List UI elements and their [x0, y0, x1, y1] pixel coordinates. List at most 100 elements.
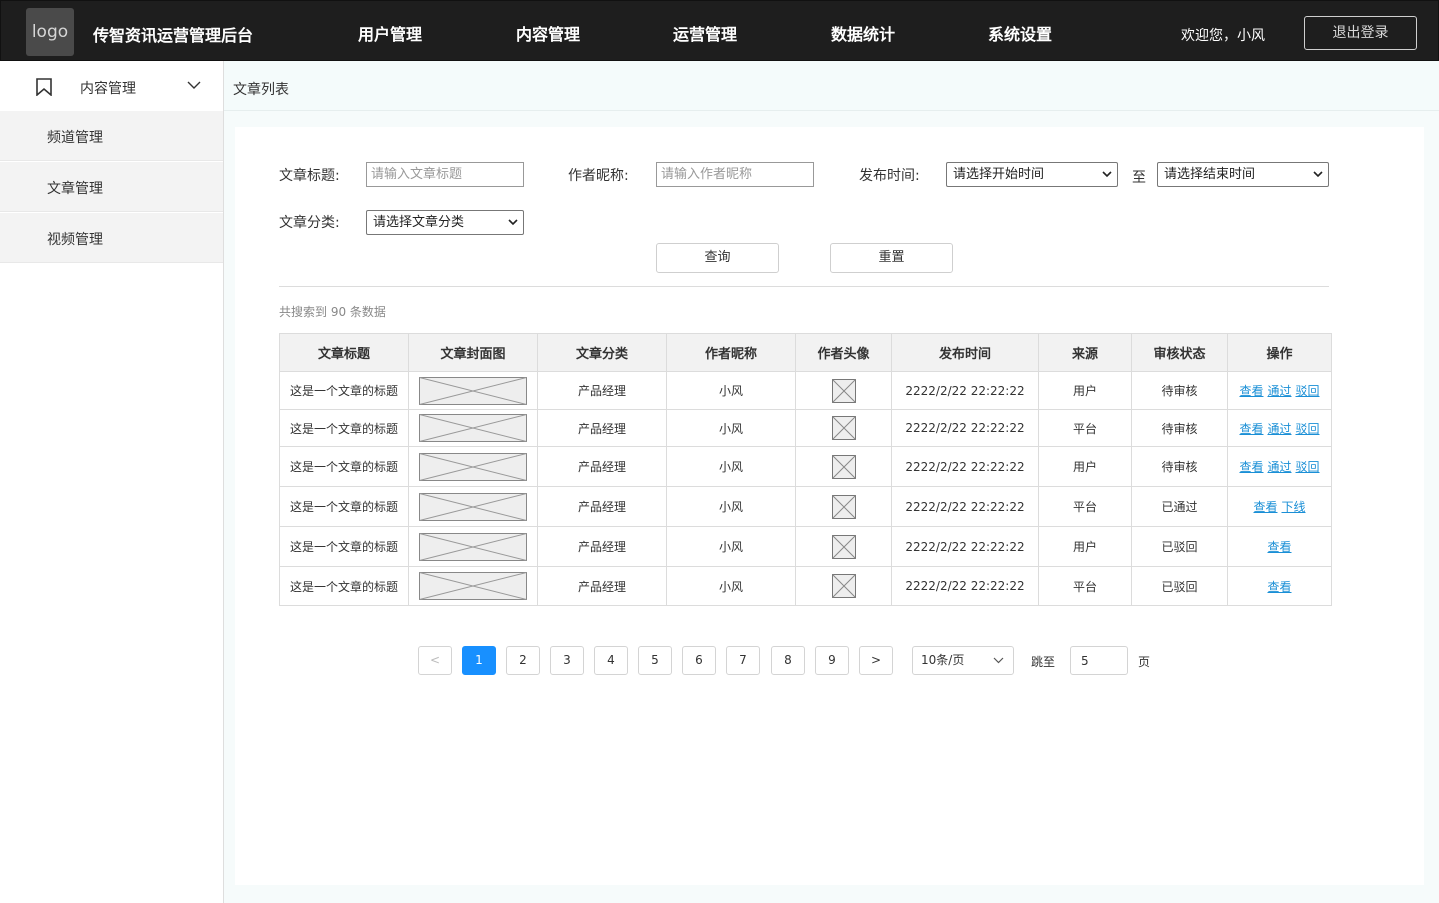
avatar-placeholder — [831, 416, 856, 440]
search-button[interactable]: 查询 — [656, 243, 779, 273]
status-badge: 待审核 — [1131, 446, 1228, 487]
category-value: 请选择文章分类 — [373, 215, 465, 230]
page-6-button[interactable]: 6 — [682, 646, 716, 675]
nav-item-system-settings[interactable]: 系统设置 — [988, 21, 1052, 45]
col-header-time: 发布时间 — [891, 333, 1039, 372]
sidebar-group-content-management[interactable]: 内容管理 — [0, 61, 223, 111]
reject-link[interactable]: 驳回 — [1296, 384, 1320, 398]
category-select[interactable]: 请选择文章分类 — [366, 210, 524, 235]
actions-cell: 查看 — [1227, 526, 1332, 567]
col-header-status: 审核状态 — [1131, 333, 1228, 372]
avatar-placeholder — [831, 494, 856, 519]
view-link[interactable]: 查看 — [1267, 580, 1291, 594]
sidebar-group-label: 内容管理 — [80, 81, 136, 97]
article-title-cell: 这是一个文章的标题 — [279, 566, 409, 606]
sidebar: 内容管理 频道管理 文章管理 视频管理 — [0, 61, 224, 903]
welcome-text: 欢迎您，小风 — [1181, 28, 1265, 44]
col-header-source: 来源 — [1038, 333, 1132, 372]
category-filter-label: 文章分类: — [279, 215, 340, 231]
nav-item-operations-management[interactable]: 运营管理 — [673, 21, 737, 45]
bookmark-icon — [36, 78, 52, 96]
cover-image-placeholder — [419, 572, 527, 600]
cover-image-cell — [408, 486, 538, 527]
title-search-input[interactable] — [366, 162, 524, 187]
page-size-select[interactable]: 10条/页 — [912, 646, 1014, 675]
page-4-button[interactable]: 4 — [594, 646, 628, 675]
actions-cell: 查看 通过 驳回 — [1227, 446, 1332, 487]
cover-image-placeholder — [419, 376, 527, 405]
author-search-input[interactable] — [656, 162, 814, 187]
avatar-placeholder — [831, 574, 856, 598]
article-table: 文章标题 文章封面图 文章分类 作者昵称 作者头像 发布时间 来源 审核状态 操… — [279, 333, 1332, 606]
chevron-down-icon — [1313, 171, 1323, 178]
category-cell: 产品经理 — [537, 409, 667, 447]
view-link[interactable]: 查看 — [1253, 500, 1277, 514]
view-link[interactable]: 查看 — [1239, 422, 1263, 436]
view-link[interactable]: 查看 — [1239, 460, 1263, 474]
jump-page-input[interactable] — [1070, 646, 1128, 675]
prev-page-button[interactable]: < — [418, 646, 452, 675]
sidebar-item-article-management[interactable]: 文章管理 — [0, 162, 223, 212]
logout-button[interactable]: 退出登录 — [1304, 16, 1417, 50]
title-filter-label: 文章标题: — [279, 168, 340, 184]
view-link[interactable]: 查看 — [1239, 384, 1263, 398]
source-cell: 平台 — [1038, 486, 1132, 527]
approve-link[interactable]: 通过 — [1267, 422, 1291, 436]
avatar-cell — [795, 409, 892, 447]
publish-time-cell: 2222/2/22 22:22:22 — [891, 371, 1039, 410]
nav-item-data-statistics[interactable]: 数据统计 — [831, 21, 895, 45]
col-header-cover: 文章封面图 — [408, 333, 538, 372]
page-8-button[interactable]: 8 — [771, 646, 805, 675]
cover-image-placeholder — [419, 452, 527, 481]
category-cell: 产品经理 — [537, 486, 667, 527]
approve-link[interactable]: 通过 — [1267, 384, 1291, 398]
view-link[interactable]: 查看 — [1267, 540, 1291, 554]
cover-image-cell — [408, 446, 538, 487]
article-title-cell: 这是一个文章的标题 — [279, 409, 409, 447]
start-time-select[interactable]: 请选择开始时间 — [946, 162, 1118, 187]
publish-time-cell: 2222/2/22 22:22:22 — [891, 486, 1039, 527]
publish-time-cell: 2222/2/22 22:22:22 — [891, 446, 1039, 487]
to-label: 至 — [1132, 170, 1146, 186]
table-row: 这是一个文章的标题 产品经理 小风 2222/2/22 22:22:22 用户 待审核 查看… — [279, 446, 1332, 487]
end-time-value: 请选择结束时间 — [1164, 167, 1256, 182]
result-count: 共搜索到 90 条数据 — [279, 305, 386, 319]
reject-link[interactable]: 驳回 — [1296, 422, 1320, 436]
article-title-cell: 这是一个文章的标题 — [279, 371, 409, 410]
avatar-placeholder — [831, 378, 856, 403]
end-time-select[interactable]: 请选择结束时间 — [1157, 162, 1329, 187]
nav-item-user-management[interactable]: 用户管理 — [358, 21, 422, 45]
col-header-avatar: 作者头像 — [795, 333, 892, 372]
reset-button[interactable]: 重置 — [830, 243, 953, 273]
page-2-button[interactable]: 2 — [506, 646, 540, 675]
page-9-button[interactable]: 9 — [815, 646, 849, 675]
status-badge: 待审核 — [1131, 409, 1228, 447]
next-page-button[interactable]: > — [859, 646, 893, 675]
reject-link[interactable]: 驳回 — [1296, 460, 1320, 474]
breadcrumb: 文章列表 — [224, 61, 1439, 111]
sidebar-item-label: 文章管理 — [47, 181, 103, 197]
offline-link[interactable]: 下线 — [1282, 500, 1306, 514]
publish-time-cell: 2222/2/22 22:22:22 — [891, 526, 1039, 567]
logo[interactable]: logo — [26, 8, 74, 56]
status-badge: 已驳回 — [1131, 526, 1228, 567]
author-cell: 小风 — [666, 486, 796, 527]
approve-link[interactable]: 通过 — [1267, 460, 1291, 474]
top-navbar: logo 传智资讯运营管理后台 用户管理 内容管理 运营管理 数据统计 系统设置… — [0, 0, 1439, 61]
sidebar-item-channel-management[interactable]: 频道管理 — [0, 111, 223, 161]
page-7-button[interactable]: 7 — [726, 646, 760, 675]
avatar-cell — [795, 486, 892, 527]
author-cell: 小风 — [666, 409, 796, 447]
page-5-button[interactable]: 5 — [638, 646, 672, 675]
page-1-button[interactable]: 1 — [462, 646, 496, 675]
cover-image-placeholder — [419, 532, 527, 561]
source-cell: 用户 — [1038, 526, 1132, 567]
page-3-button[interactable]: 3 — [550, 646, 584, 675]
cover-image-cell — [408, 371, 538, 410]
col-header-title: 文章标题 — [279, 333, 409, 372]
sidebar-item-video-management[interactable]: 视频管理 — [0, 213, 223, 263]
table-header-row: 文章标题 文章封面图 文章分类 作者昵称 作者头像 发布时间 来源 审核状态 操… — [279, 333, 1332, 372]
publish-time-cell: 2222/2/22 22:22:22 — [891, 409, 1039, 447]
source-cell: 用户 — [1038, 446, 1132, 487]
nav-item-content-management[interactable]: 内容管理 — [516, 21, 580, 45]
